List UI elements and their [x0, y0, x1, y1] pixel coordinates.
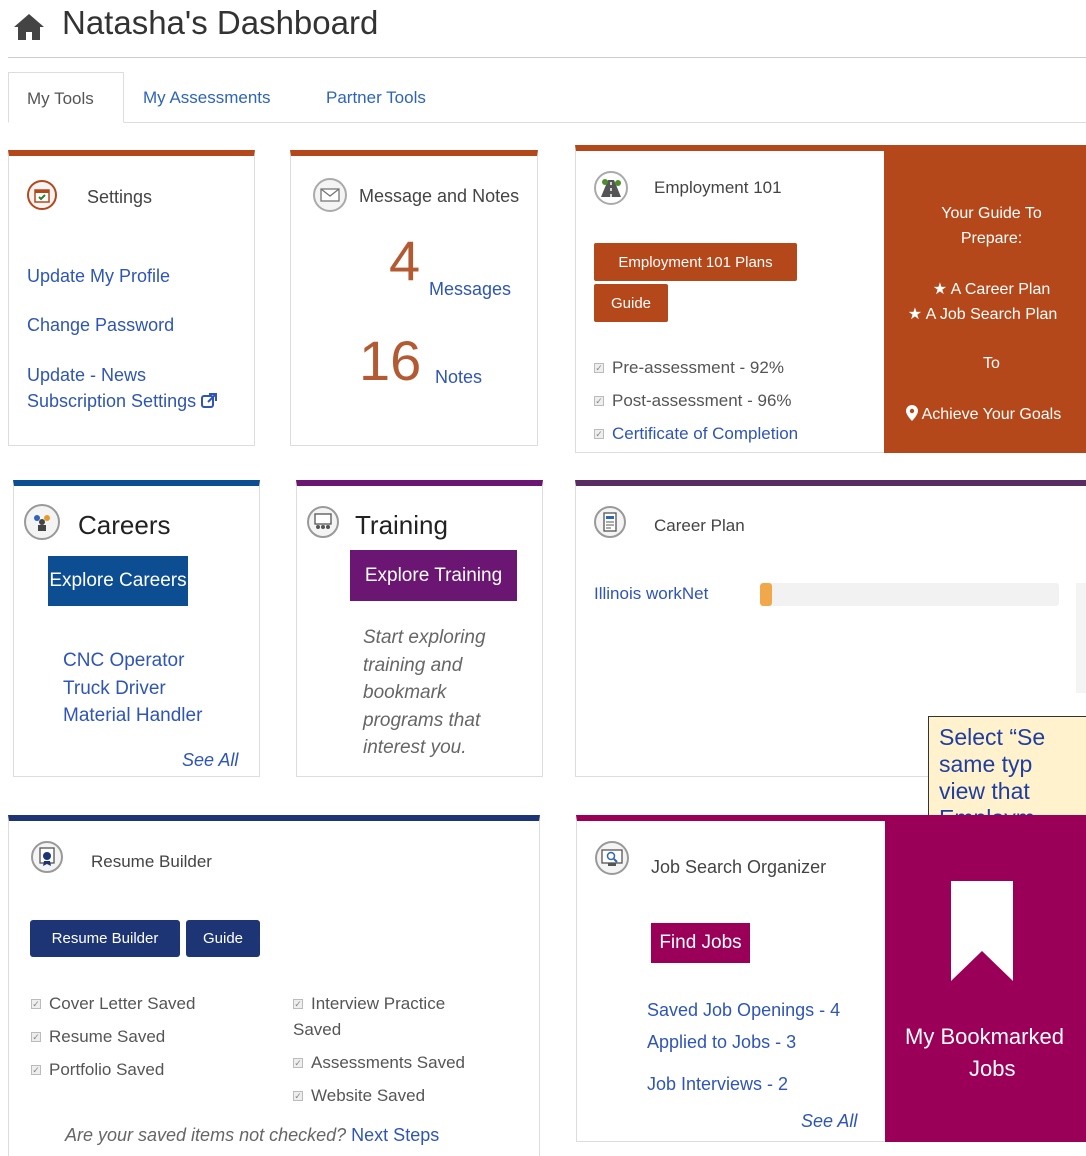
checkbox-icon: ✓: [31, 1065, 41, 1075]
road-icon: [594, 171, 628, 205]
messages-title: Message and Notes: [359, 186, 520, 206]
careers-title: Careers: [78, 510, 171, 540]
employment101-title: Employment 101: [654, 178, 782, 197]
post-assessment-label: Post-assessment - 96%: [612, 391, 792, 410]
promo-line2: Prepare:: [960, 230, 1023, 247]
bookmarked-jobs-panel[interactable]: My Bookmarked Jobs: [885, 821, 1086, 1142]
next-steps-link[interactable]: Next Steps: [351, 1125, 439, 1145]
title-divider: [8, 57, 1086, 58]
resume-footer-question: Are your saved items not checked?: [65, 1125, 347, 1145]
training-card: Training Explore Training Start explorin…: [296, 480, 543, 777]
post-assessment-check: ✓ Post-assessment - 96%: [594, 391, 792, 411]
external-link-icon: [201, 393, 218, 408]
star-icon: ★: [907, 306, 926, 323]
training-title: Training: [355, 510, 448, 540]
bookmarked-jobs-line2: Jobs: [969, 1056, 1016, 1081]
job-search-see-all-link[interactable]: See All: [801, 1111, 857, 1132]
pre-assessment-check: ✓ Pre-assessment - 92%: [594, 358, 784, 378]
checkbox-icon: ✓: [293, 1058, 303, 1068]
career-item-material-handler[interactable]: Material Handler: [63, 705, 202, 727]
promo-line1: Your Guide To: [941, 205, 1042, 222]
certificate-link[interactable]: Certificate of Completion: [612, 424, 798, 443]
resume-guide-button[interactable]: Guide: [186, 920, 260, 957]
checkbox-icon: ✓: [31, 999, 41, 1009]
applied-to-jobs-link[interactable]: Applied to Jobs - 3: [647, 1032, 796, 1053]
checkbox-icon: ✓: [594, 396, 604, 406]
career-item-cnc-operator[interactable]: CNC Operator: [63, 650, 184, 672]
home-icon[interactable]: [12, 12, 46, 42]
checkbox-icon: ✓: [594, 429, 604, 439]
bookmarked-jobs-line1: My Bookmarked: [905, 1024, 1064, 1049]
saved-job-openings-link[interactable]: Saved Job Openings - 4: [647, 1000, 840, 1021]
website-saved-check: ✓ Website Saved: [293, 1086, 426, 1105]
document-icon: [594, 506, 626, 538]
classroom-icon: [307, 506, 339, 538]
tab-my-assessments[interactable]: My Assessments: [143, 88, 271, 108]
portfolio-saved-check: ✓ Portfolio Saved: [31, 1060, 165, 1079]
messages-link[interactable]: Messages: [429, 279, 511, 300]
job-interviews-link[interactable]: Job Interviews - 2: [647, 1074, 788, 1095]
cover-letter-check: ✓ Cover Letter Saved: [31, 994, 196, 1013]
explore-careers-button[interactable]: Explore Careers: [48, 556, 188, 606]
employment101-guide-button[interactable]: Guide: [594, 284, 668, 322]
careers-see-all-link[interactable]: See All: [182, 750, 238, 771]
envelope-icon: [313, 178, 347, 212]
certificate-icon: [31, 841, 63, 873]
assessments-saved-check: ✓ Assessments Saved: [293, 1053, 466, 1072]
subscription-settings-link[interactable]: Subscription Settings: [27, 391, 218, 412]
change-password-link[interactable]: Change Password: [27, 315, 174, 336]
settings-title: Settings: [87, 187, 153, 207]
people-icon: [24, 504, 60, 540]
magnifier-icon: [595, 841, 629, 875]
messages-count[interactable]: 4: [389, 228, 420, 293]
employment101-card: Employment 101 Employment 101 Plans Guid…: [575, 145, 1086, 453]
page-title: Natasha's Dashboard: [62, 4, 379, 41]
resume-saved-check: ✓ Resume Saved: [31, 1027, 166, 1046]
resume-builder-card: Resume Builder Resume Builder Guide ✓ Cov…: [8, 815, 540, 1156]
tab-partner-tools[interactable]: Partner Tools: [326, 88, 426, 108]
tab-my-tools[interactable]: My Tools: [8, 72, 124, 123]
settings-card: Settings Update My Profile Change Passwo…: [8, 150, 255, 446]
update-profile-link[interactable]: Update My Profile: [27, 266, 170, 287]
promo-goal: Achieve Your Goals: [906, 405, 1061, 424]
checkbox-icon: ✓: [31, 1032, 41, 1042]
explore-training-button[interactable]: Explore Training: [350, 550, 517, 601]
certificate-check[interactable]: ✓ Certificate of Completion: [594, 424, 798, 444]
messages-card: Message and Notes 4 Messages 16 Notes: [290, 150, 538, 446]
job-search-title: Job Search Organizer: [651, 857, 827, 877]
map-marker-icon: [906, 405, 918, 421]
checkbox-icon: ✓: [293, 999, 303, 1009]
employment101-plans-button[interactable]: Employment 101 Plans: [594, 243, 797, 281]
promo-to: To: [983, 355, 1000, 372]
subscription-settings-label: Subscription Settings: [27, 391, 197, 411]
star-icon: ★: [932, 281, 951, 298]
bookmark-icon: [951, 881, 1013, 981]
checkbox-icon: ✓: [293, 1091, 303, 1101]
interview-practice-check-cont: Saved: [293, 1020, 342, 1039]
checkbox-icon: ✓: [594, 363, 604, 373]
job-search-card: Job Search Organizer Find Jobs Saved Job…: [576, 815, 1086, 1142]
career-plan-progress-fill: [760, 583, 772, 606]
calendar-icon: [27, 180, 57, 210]
employment101-promo[interactable]: Your Guide To Prepare: ★ A Career Plan ★…: [884, 151, 1086, 453]
careers-card: Careers Explore Careers CNC Operator Tru…: [13, 480, 260, 777]
pre-assessment-label: Pre-assessment - 92%: [612, 358, 784, 377]
training-intro-text: Start exploring training and bookmark pr…: [363, 627, 486, 758]
resume-footer: Are your saved items not checked? Next S…: [65, 1125, 439, 1146]
interview-practice-check: ✓ Interview Practice: [293, 994, 446, 1013]
scrollbar-track[interactable]: [1076, 583, 1086, 693]
resume-builder-title: Resume Builder: [91, 852, 212, 871]
promo-item1: ★ A Career Plan: [932, 281, 1051, 298]
career-plan-row-label[interactable]: Illinois workNet: [594, 584, 708, 604]
career-plan-progress-bar: [760, 583, 1059, 606]
update-news-link[interactable]: Update - News: [27, 365, 146, 386]
career-item-truck-driver[interactable]: Truck Driver: [63, 678, 166, 700]
career-plan-title: Career Plan: [654, 516, 745, 535]
find-jobs-button[interactable]: Find Jobs: [651, 923, 750, 963]
resume-builder-button[interactable]: Resume Builder: [30, 920, 180, 957]
notes-link[interactable]: Notes: [435, 367, 482, 388]
tab-divider: [8, 122, 1086, 123]
notes-count[interactable]: 16: [359, 328, 421, 393]
promo-item2: ★ A Job Search Plan: [907, 306, 1058, 323]
